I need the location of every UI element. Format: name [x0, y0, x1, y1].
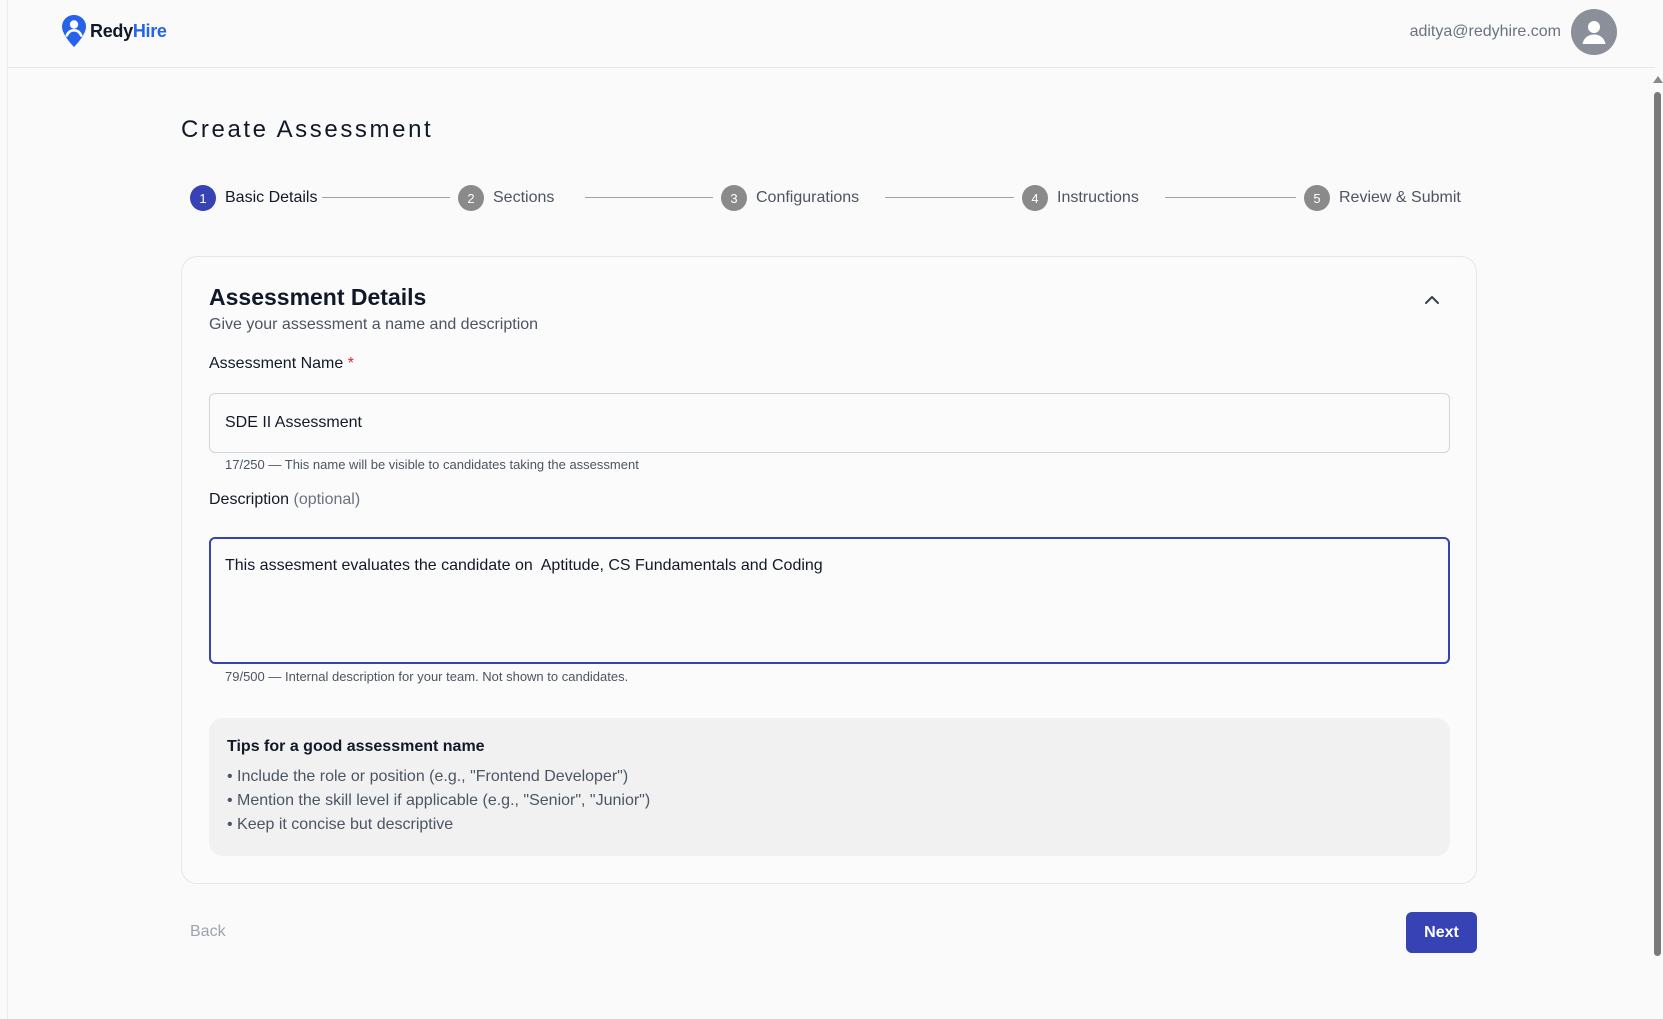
scroll-thumb[interactable]	[1654, 92, 1661, 956]
step-basic-details[interactable]: 1 Basic Details	[190, 184, 317, 212]
top-header: RedyHire aditya@redyhire.com	[8, 0, 1655, 68]
user-menu[interactable]: aditya@redyhire.com	[1410, 9, 1617, 55]
page-title: Create Assessment	[181, 116, 434, 143]
required-mark: *	[347, 355, 354, 372]
optional-tag: (optional)	[293, 491, 361, 508]
tips-list: • Include the role or position (e.g., "F…	[227, 765, 1432, 837]
step-sections[interactable]: 2 Sections	[458, 184, 554, 212]
step-review-submit[interactable]: 5 Review & Submit	[1304, 184, 1461, 212]
location-pin-person-icon	[62, 15, 86, 47]
step-instructions[interactable]: 4 Instructions	[1022, 184, 1139, 212]
collapse-button[interactable]	[1417, 285, 1447, 315]
back-button[interactable]: Back	[190, 916, 240, 948]
step-connector	[885, 197, 1014, 198]
logo[interactable]: RedyHire	[60, 14, 167, 48]
step-label: Sections	[493, 189, 555, 206]
step-number: 3	[721, 185, 747, 211]
assessment-name-helper: 17/250 — This name will be visible to ca…	[225, 457, 639, 472]
step-label: Review & Submit	[1339, 189, 1461, 206]
description-textarea[interactable]: This assesment evaluates the candidate o…	[209, 537, 1450, 664]
step-label: Basic Details	[225, 189, 318, 206]
next-button[interactable]: Next	[1406, 912, 1477, 953]
step-connector	[585, 197, 713, 198]
avatar[interactable]	[1571, 9, 1617, 55]
step-number: 1	[190, 185, 216, 211]
tip-item: • Keep it concise but descriptive	[227, 816, 454, 833]
chevron-up-icon	[1425, 296, 1439, 304]
assessment-name-input[interactable]	[209, 393, 1450, 453]
tips-box: Tips for a good assessment name • Includ…	[209, 718, 1450, 856]
step-connector	[322, 197, 450, 198]
assessment-details-card: Assessment Details Give your assessment …	[181, 256, 1477, 884]
tip-item: • Mention the skill level if applicable …	[227, 792, 651, 809]
scroll-up-arrow-icon[interactable]	[1653, 76, 1663, 83]
assessment-name-label: Assessment Name *	[209, 355, 354, 373]
user-avatar-icon	[1582, 21, 1606, 44]
step-configurations[interactable]: 3 Configurations	[721, 184, 859, 212]
assessment-name-label-text: Assessment Name	[209, 355, 344, 372]
user-email: aditya@redyhire.com	[1409, 23, 1561, 40]
step-number: 2	[458, 185, 484, 211]
description-label-text: Description	[209, 491, 290, 508]
card-title: Assessment Details	[209, 284, 427, 310]
logo-text: RedyHire	[90, 21, 167, 42]
tips-title: Tips for a good assessment name	[227, 738, 485, 755]
stepper: 1 Basic Details 2 Sections 3 Configurati…	[190, 184, 1468, 212]
logo-text-redy: Redy	[90, 20, 133, 41]
description-helper: 79/500 — Internal description for your t…	[225, 669, 629, 684]
step-label: Instructions	[1057, 189, 1139, 206]
left-border	[7, 0, 8, 1019]
step-number: 5	[1304, 185, 1330, 211]
description-label: Description (optional)	[209, 491, 360, 509]
logo-text-hire: Hire	[132, 20, 167, 41]
step-connector	[1165, 197, 1296, 198]
step-number: 4	[1022, 185, 1048, 211]
card-subtitle: Give your assessment a name and descript…	[209, 316, 539, 333]
step-label: Configurations	[756, 189, 860, 206]
tip-item: • Include the role or position (e.g., "F…	[227, 768, 629, 785]
scrollbar[interactable]	[1651, 76, 1663, 1019]
